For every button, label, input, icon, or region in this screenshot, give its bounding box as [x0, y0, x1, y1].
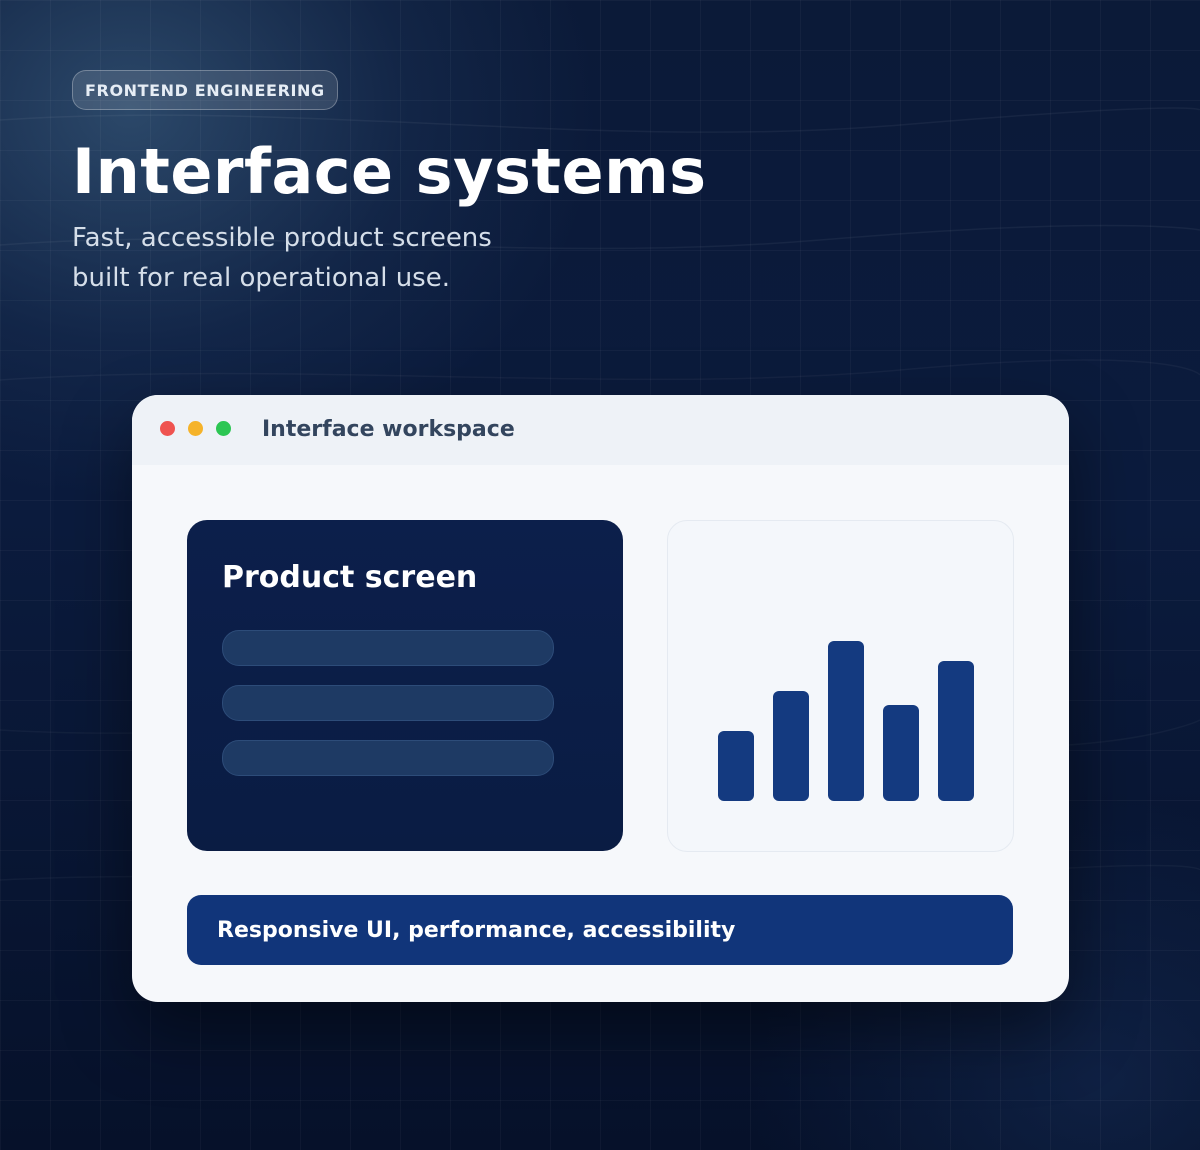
placeholder-line — [222, 685, 554, 721]
subtitle-line-2: built for real operational use. — [72, 263, 450, 293]
chart-card — [667, 520, 1014, 852]
subtitle-line-1: Fast, accessible product screens — [72, 223, 492, 253]
chart-bar-4 — [883, 705, 919, 801]
page-title: Interface systems — [72, 135, 707, 208]
product-card-title: Product screen — [222, 560, 478, 595]
feature-banner-text: Responsive UI, performance, accessibilit… — [217, 917, 736, 943]
product-screen-card: Product screen — [187, 520, 623, 851]
chart-bar-3 — [828, 641, 864, 801]
page-subtitle: Fast, accessible product screens built f… — [72, 218, 592, 298]
maximize-window-button[interactable] — [216, 421, 231, 436]
placeholder-line — [222, 740, 554, 776]
bar-chart — [718, 641, 974, 801]
chart-bar-1 — [718, 731, 754, 801]
app-window: Interface workspace Product screen Respo… — [132, 395, 1069, 1002]
window-title: Interface workspace — [262, 417, 515, 442]
minimize-window-button[interactable] — [188, 421, 203, 436]
category-badge: FRONTEND ENGINEERING — [72, 70, 338, 110]
close-window-button[interactable] — [160, 421, 175, 436]
placeholder-line — [222, 630, 554, 666]
chart-bar-2 — [773, 691, 809, 801]
window-titlebar: Interface workspace — [132, 395, 1069, 465]
feature-banner: Responsive UI, performance, accessibilit… — [187, 895, 1013, 965]
chart-bar-5 — [938, 661, 974, 801]
